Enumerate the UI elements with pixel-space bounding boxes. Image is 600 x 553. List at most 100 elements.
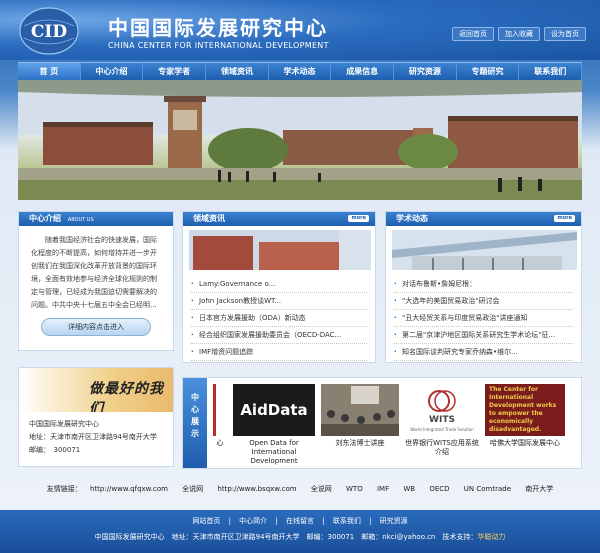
site-footer: 网站首页 | 中心简介 | 在线留言 | 联系我们 | 研究资源 中国国际发展研… xyxy=(0,510,600,553)
center-show-label-text: 中心展示 xyxy=(191,393,199,438)
nav-academic[interactable]: 学术动态 xyxy=(269,63,332,80)
footer-divider: | xyxy=(228,517,231,525)
field-news-title: 领域资讯 more xyxy=(183,212,375,226)
contact-name: 中国国际发展研究中心 xyxy=(29,420,99,428)
friend-link[interactable]: 全说网 xyxy=(182,485,203,493)
friend-links-label: 友情链接： xyxy=(46,485,82,493)
footer-link-resources[interactable]: 研究资源 xyxy=(380,517,408,525)
show-caption: Open Data for International Development xyxy=(249,439,299,465)
list-item[interactable]: 日本官方发展援助（ODA）新动态 xyxy=(191,310,367,327)
footer-info-text: 中国国际发展研究中心 地址：天津市南开区卫津路94号南开大学 邮编：300071… xyxy=(94,533,478,541)
list-item[interactable]: "大选年的美国贸易政治"研讨会 xyxy=(394,293,573,310)
list-item[interactable]: John Jackson教授谈WT... xyxy=(191,293,367,310)
set-homepage-link[interactable]: 设为首页 xyxy=(544,27,586,41)
footer-link-home[interactable]: 网站首页 xyxy=(192,517,220,525)
friend-link[interactable]: http://www.qfqxw.com xyxy=(90,485,168,493)
friend-link[interactable]: http://www.bsqxw.com xyxy=(217,485,296,493)
nav-about[interactable]: 中心介绍 xyxy=(81,63,144,80)
list-item[interactable]: 第二届"京津沪地区国际关系研究生学术论坛"征... xyxy=(394,327,573,344)
main-nav: 首 页 中心介绍 专家学者 领域资讯 学术动态 成果信息 研究资源 专题研究 联… xyxy=(18,62,583,80)
show-item[interactable]: WITS World Integrated Trade Solution 世界银… xyxy=(405,384,479,466)
nav-resources[interactable]: 研究资源 xyxy=(394,63,457,80)
aiddata-logo: AidData xyxy=(233,384,315,436)
field-news-more[interactable]: more xyxy=(348,215,369,222)
footer-links: 网站首页 | 中心简介 | 在线留言 | 联系我们 | 研究资源 xyxy=(0,510,600,526)
field-news-list: Lamy:Governance o... John Jackson教授谈WT..… xyxy=(183,276,375,361)
list-item[interactable]: "丑大经贸关系与印度贸易政治"讲座通知 xyxy=(394,310,573,327)
intro-text: 随着我国经济社会的快速发展，国际化程度的不断提高，如何增持并进一步开创我们在我国… xyxy=(31,236,157,309)
signature-banner: 做最好的我们 xyxy=(19,368,173,412)
friend-link[interactable]: OECD xyxy=(429,485,449,493)
academic-title: 学术动态 more xyxy=(386,212,581,226)
campus-banner xyxy=(18,80,582,200)
list-item[interactable]: IMF增资问题追踪 xyxy=(191,344,367,361)
friend-link[interactable]: WTO xyxy=(346,485,363,493)
friend-link[interactable]: 南开大学 xyxy=(525,485,553,493)
show-item[interactable]: AidData Open Data for International Deve… xyxy=(233,384,315,466)
list-item[interactable]: Lamy:Governance o... xyxy=(191,276,367,293)
nav-results[interactable]: 成果信息 xyxy=(331,63,395,80)
list-item[interactable]: 对话布鲁斯•詹姆尼根： xyxy=(394,276,573,293)
center-show-panel: 中心展示 心 AidData Open Data for Internation… xyxy=(182,377,582,469)
show-caption: 心 xyxy=(216,439,224,447)
field-news-panel: 领域资讯 more Lamy:Governance o... John Jack… xyxy=(182,211,376,363)
academic-thumb[interactable] xyxy=(392,230,577,270)
home-link[interactable]: 返回首页 xyxy=(452,27,494,41)
cid-logo[interactable]: CID xyxy=(18,6,80,56)
nav-field-news[interactable]: 领域资讯 xyxy=(206,63,269,80)
intro-title: 中心介绍 ABOUT US xyxy=(19,212,173,226)
footer-link-about[interactable]: 中心简介 xyxy=(239,517,267,525)
top-links: 返回首页 加入收藏 设为首页 xyxy=(452,27,586,41)
intro-title-text: 中心介绍 xyxy=(29,214,61,223)
field-news-title-text: 领域资讯 xyxy=(193,214,225,223)
contact-panel: 做最好的我们 中国国际发展研究中心 地址：天津市南开区卫津路94号南开大学 邮编… xyxy=(18,367,174,467)
field-news-thumb[interactable] xyxy=(189,230,371,270)
academic-list: 对话布鲁斯•詹姆尼根： "大选年的美国贸易政治"研讨会 "丑大经贸关系与印度贸易… xyxy=(386,276,581,361)
logo-text: CID xyxy=(31,22,67,42)
add-favorite-link[interactable]: 加入收藏 xyxy=(498,27,540,41)
list-item[interactable]: 经合组织国家发展援助委员会（OECD-DAC... xyxy=(191,327,367,344)
friend-links: 友情链接： http://www.qfqxw.com 全说网 http://ww… xyxy=(0,484,600,494)
aiddata-logo-text: AidData xyxy=(240,400,308,419)
friend-link[interactable]: IMF xyxy=(377,485,389,493)
show-image xyxy=(213,384,227,436)
harvard-cid-logo-text: The Center for International Development… xyxy=(489,386,557,433)
show-item[interactable]: 心 xyxy=(213,384,227,466)
harvard-cid-logo: The Center for International Development… xyxy=(485,384,565,436)
footer-divider: | xyxy=(275,517,278,525)
nav-home[interactable]: 首 页 xyxy=(18,63,81,80)
friend-link[interactable]: UN Comtrade xyxy=(464,485,511,493)
wits-globe-icon xyxy=(428,390,456,412)
intro-panel: 中心介绍 ABOUT US 随着我国经济社会的快速发展，国际化程度的不断提高，如… xyxy=(18,211,174,351)
academic-panel: 学术动态 more 对话布鲁斯•詹姆尼根： "大选年的美国贸易政治"研讨会 "丑… xyxy=(385,211,582,363)
footer-support[interactable]: 华聪动力 xyxy=(477,533,505,541)
contact-postcode: 邮编： 300071 xyxy=(29,446,81,454)
center-show-label: 中心展示 xyxy=(183,378,207,468)
detail-button[interactable]: 详细内容点击进入 xyxy=(41,318,151,336)
nav-contact[interactable]: 联系我们 xyxy=(519,63,583,80)
show-item[interactable]: 刘东法博士讲座 xyxy=(321,384,399,466)
wits-logo: WITS World Integrated Trade Solution xyxy=(405,384,479,436)
list-item[interactable]: 知名国际谈判研究专家乔纳森•维尔... xyxy=(394,344,573,361)
footer-divider: | xyxy=(369,517,372,525)
nav-experts[interactable]: 专家学者 xyxy=(143,63,207,80)
center-show-items: 心 AidData Open Data for International De… xyxy=(213,384,565,466)
show-item[interactable]: The Center for International Development… xyxy=(485,384,565,466)
signature-text: 做最好的我们 xyxy=(89,381,164,412)
nav-topics[interactable]: 专题研究 xyxy=(457,63,520,80)
contact-address: 地址：天津市南开区卫津路94号南开大学 xyxy=(29,433,157,441)
academic-more[interactable]: more xyxy=(554,215,575,222)
friend-link[interactable]: WB xyxy=(403,485,415,493)
show-caption: 哈佛大学国际发展中心 xyxy=(490,439,560,447)
wits-logo-text: WITS xyxy=(429,415,455,425)
friend-link[interactable]: 全说网 xyxy=(311,485,332,493)
footer-info: 中国国际发展研究中心 地址：天津市南开区卫津路94号南开大学 邮编：300071… xyxy=(0,526,600,542)
show-caption: 刘东法博士讲座 xyxy=(335,439,385,447)
academic-title-text: 学术动态 xyxy=(396,214,428,223)
campus-image xyxy=(18,80,582,200)
footer-link-contact[interactable]: 联系我们 xyxy=(333,517,361,525)
site-title-cn: 中国国际发展研究中心 xyxy=(108,16,328,40)
footer-link-message[interactable]: 在线留言 xyxy=(286,517,314,525)
intro-title-en: ABOUT US xyxy=(67,217,94,223)
footer-divider: | xyxy=(322,517,325,525)
